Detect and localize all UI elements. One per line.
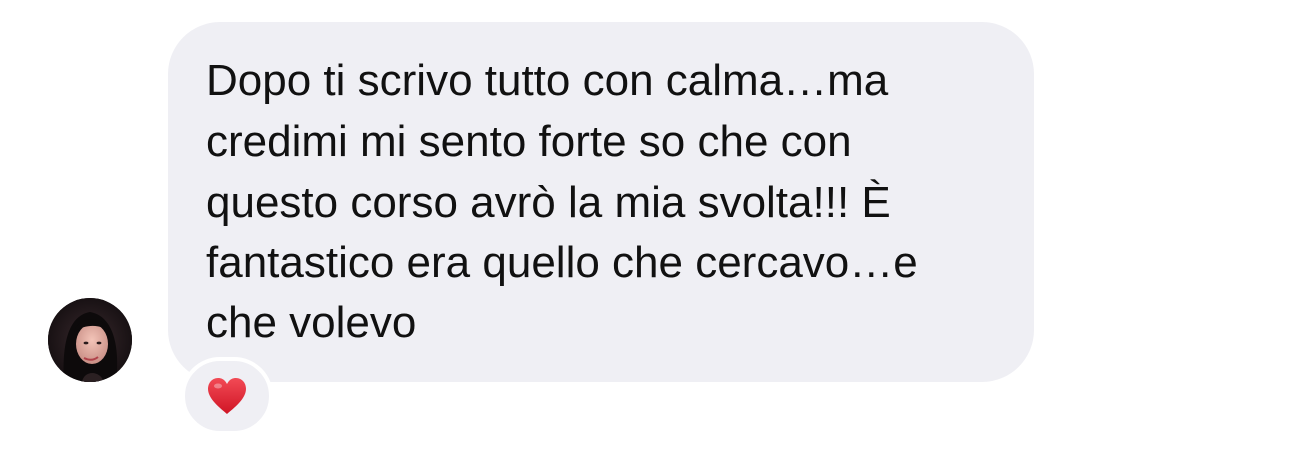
user-avatar-photo-icon — [48, 298, 132, 382]
message-text-line-5: che volevo — [206, 298, 417, 347]
message-text-line-4: fantastico era quello che cercavo…e — [206, 238, 918, 287]
red-heart-icon — [208, 378, 246, 414]
message-text-line-2: credimi mi sento forte so che con — [206, 117, 852, 166]
avatar[interactable] — [48, 298, 132, 382]
reaction-badge[interactable] — [181, 357, 273, 435]
message-text-line-3: questo corso avrò la mia svolta!!! È — [206, 178, 891, 227]
message-text-line-1: Dopo ti scrivo tutto con calma…ma — [206, 56, 889, 105]
